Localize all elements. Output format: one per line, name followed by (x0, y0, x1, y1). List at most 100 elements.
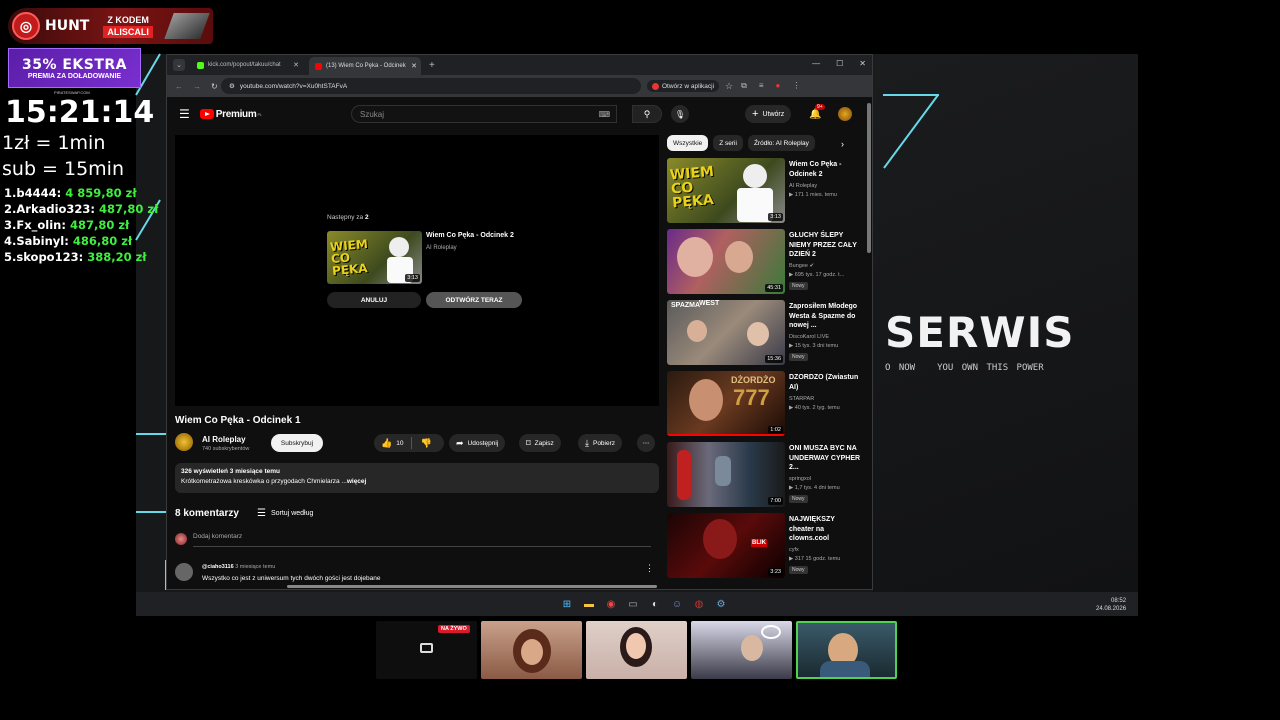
browser-menu-icon[interactable]: ⋮ (792, 81, 800, 91)
youtube-favicon-icon (315, 62, 322, 70)
tab-kick-chat[interactable]: kick.com/popout/takuu/chat ✕ (191, 57, 303, 73)
share-button[interactable]: ➦ Udostępnij (449, 434, 506, 452)
tab-youtube[interactable]: (13) Wiem Co Pęka - Odcinek ✕ (309, 57, 421, 75)
show-more-link[interactable]: więcej (347, 478, 367, 485)
taskbar-clock[interactable]: 08:52 24.08.2026 (1096, 597, 1126, 613)
browser-window: ⌄ kick.com/popout/takuu/chat ✕ (13) Wiem… (166, 54, 873, 590)
list-item[interactable]: 45:31 GŁUCHY ŚLEPY NIEMY PRZEZ CAŁY DZIE… (667, 229, 867, 300)
new-tab-button[interactable]: + (429, 60, 435, 71)
cam-tile[interactable] (691, 621, 792, 679)
minimize-icon[interactable]: — (812, 59, 820, 68)
filter-chips: Wszystkie Z serii Źródło: AI Roleplay (667, 135, 815, 151)
dislike-icon[interactable]: 👎 (420, 438, 431, 449)
sponsor-art (164, 13, 210, 39)
file-explorer-icon[interactable]: ▬ (582, 597, 596, 611)
close-tab-icon[interactable]: ✕ (293, 61, 299, 69)
thumb-art-text: WIEM CO PĘKA (329, 236, 369, 279)
rec-meta: ▶ 40 tys. 2 tyg. temu (789, 405, 840, 411)
comment-menu-icon[interactable]: ⋮ (645, 563, 654, 574)
yt-logo[interactable]: Premium PL (199, 109, 262, 120)
account-avatar[interactable] (838, 107, 852, 121)
chip-all[interactable]: Wszystkie (667, 135, 709, 151)
close-tab-icon[interactable]: ✕ (411, 62, 417, 70)
cam-tile[interactable] (481, 621, 582, 679)
cancel-autoplay-button[interactable]: ANULUJ (327, 292, 421, 308)
list-item[interactable]: SPAZMA WEST 15:36 Zaprosiłem Młodego Wes… (667, 300, 867, 371)
terminal-icon[interactable]: ▭ (626, 597, 640, 611)
app-icon[interactable]: ◍ (692, 597, 706, 611)
chevron-right-icon[interactable]: › (841, 139, 844, 149)
rec-thumbnail[interactable]: BLIK 3:23 (667, 513, 785, 578)
back-icon[interactable]: ← (175, 82, 183, 91)
rec-channel: springxol (789, 476, 812, 482)
vertical-scrollbar[interactable] (867, 103, 871, 253)
download-button[interactable]: ⤓ Pobierz (578, 434, 623, 452)
reload-icon[interactable]: ↻ (211, 82, 218, 91)
close-window-icon[interactable]: ✕ (859, 59, 866, 68)
keyboard-icon[interactable]: ⌨ (598, 110, 610, 119)
url-field[interactable]: ⚙ youtube.com/watch?v=Xu0htSTAFvA (221, 78, 641, 94)
chip-series[interactable]: Z serii (713, 135, 743, 151)
sort-comments-button[interactable]: ☰ Sortuj według (257, 508, 313, 519)
notifications-bell-icon[interactable]: 🔔 9+ (809, 104, 825, 120)
subscribe-button[interactable]: Subskrybuj (271, 434, 323, 452)
commenter-avatar[interactable] (175, 563, 193, 581)
horizontal-scrollbar[interactable] (287, 585, 657, 588)
more-actions-button[interactable]: ⋯ (637, 434, 655, 452)
steam-icon[interactable]: ⚙ (714, 597, 728, 611)
hamburger-menu-icon[interactable]: ☰ (179, 107, 190, 121)
forward-icon[interactable]: → (193, 82, 201, 91)
obs-icon[interactable]: ◐ (648, 597, 662, 611)
maximize-icon[interactable]: ☐ (836, 59, 843, 68)
comment-author[interactable]: @ciaho3116 3 miesiące temu (202, 564, 275, 570)
up-next-label: Następny za 2 (327, 214, 369, 221)
create-button[interactable]: + Utwórz (745, 105, 792, 123)
chrome-icon[interactable]: ◉ (604, 597, 618, 611)
rec-thumbnail[interactable]: WIEM CO PĘKA 3:13 (667, 158, 785, 223)
channel-avatar[interactable] (175, 433, 193, 451)
bookmark-star-icon[interactable]: ☆ (725, 81, 733, 92)
list-item[interactable]: 7:00 ONI MUSZA BYC NA UNDERWAY CYPHER 2.… (667, 442, 867, 513)
like-count[interactable]: 10 (396, 440, 403, 447)
list-item[interactable]: BLIK 3:23 NAJWIĘKSZY cheater na clowns.c… (667, 513, 867, 584)
save-button[interactable]: ⌑ Zapisz (519, 434, 561, 452)
rec-thumbnail[interactable]: 7:00 (667, 442, 785, 507)
channel-subscribers: 740 subskrybentów (202, 446, 250, 452)
like-icon[interactable]: 👍 (381, 438, 392, 449)
cam-tile-active[interactable] (796, 621, 897, 679)
view-stats: 326 wyświetleń 3 miesiące temu (181, 468, 280, 475)
cam-tile-screen[interactable]: NA ŻYWO (376, 621, 477, 679)
list-item[interactable]: DŻORDŻO 777 1:02 DZORDZO (Zwiastun AI) S… (667, 371, 867, 442)
rec-thumbnail[interactable]: 45:31 (667, 229, 785, 294)
cam-tile[interactable] (586, 621, 687, 679)
open-in-app-button[interactable]: Otwórz w aplikacji (647, 80, 720, 92)
rate-money: 1zł = 1min (2, 132, 106, 154)
rec-meta: ▶ 15 tys. 3 dni temu (789, 343, 839, 349)
voice-search-button[interactable]: 🎙 (671, 105, 689, 123)
up-next-title[interactable]: Wiem Co Pęka - Odcinek 2 (426, 232, 514, 239)
discord-icon[interactable]: ☺ (670, 597, 684, 611)
address-bar-row: ← → ↻ ⚙ youtube.com/watch?v=Xu0htSTAFvA O… (167, 75, 872, 97)
tabs-icon[interactable]: ≡ (759, 81, 764, 91)
profile-icon[interactable]: ● (775, 81, 780, 91)
kick-favicon-icon (197, 61, 204, 69)
video-player[interactable]: Następny za 2 WIEM CO PĘKA 3:13 Wiem Co … (175, 135, 659, 406)
play-now-button[interactable]: ODTWÓRZ TERAZ (426, 292, 522, 308)
channel-name[interactable]: AI Roleplay (202, 435, 246, 444)
mic-icon: 🎙 (674, 109, 686, 119)
chip-source[interactable]: Źródło: AI Roleplay (747, 135, 815, 151)
windows-start-icon[interactable]: ⊞ (560, 597, 574, 611)
search-input[interactable]: Szukaj ⌨ (351, 105, 617, 123)
up-next-thumbnail[interactable]: WIEM CO PĘKA 3:13 (327, 231, 422, 284)
search-button[interactable]: ⚲ (632, 105, 662, 123)
rec-thumbnail[interactable]: SPAZMA WEST 15:36 (667, 300, 785, 365)
extensions-icon[interactable]: ⧉ (741, 81, 747, 91)
add-comment-input[interactable]: Dodaj komentarz (193, 533, 651, 547)
tab-search-icon[interactable]: ⌄ (173, 59, 185, 71)
rec-thumbnail[interactable]: DŻORDŻO 777 1:02 (667, 371, 785, 436)
list-item[interactable]: WIEM CO PĘKA 3:13 Wiem Co Pęka - Odcinek… (667, 158, 867, 229)
rec-title: ONI MUSZA BYC NA UNDERWAY CYPHER 2... (789, 445, 861, 471)
sponsor-code: Z KODEM ALISCALI (103, 15, 153, 38)
rate-sub: sub = 15min (2, 158, 125, 180)
description-box[interactable]: 326 wyświetleń 3 miesiące temu Krótkomet… (175, 463, 659, 493)
